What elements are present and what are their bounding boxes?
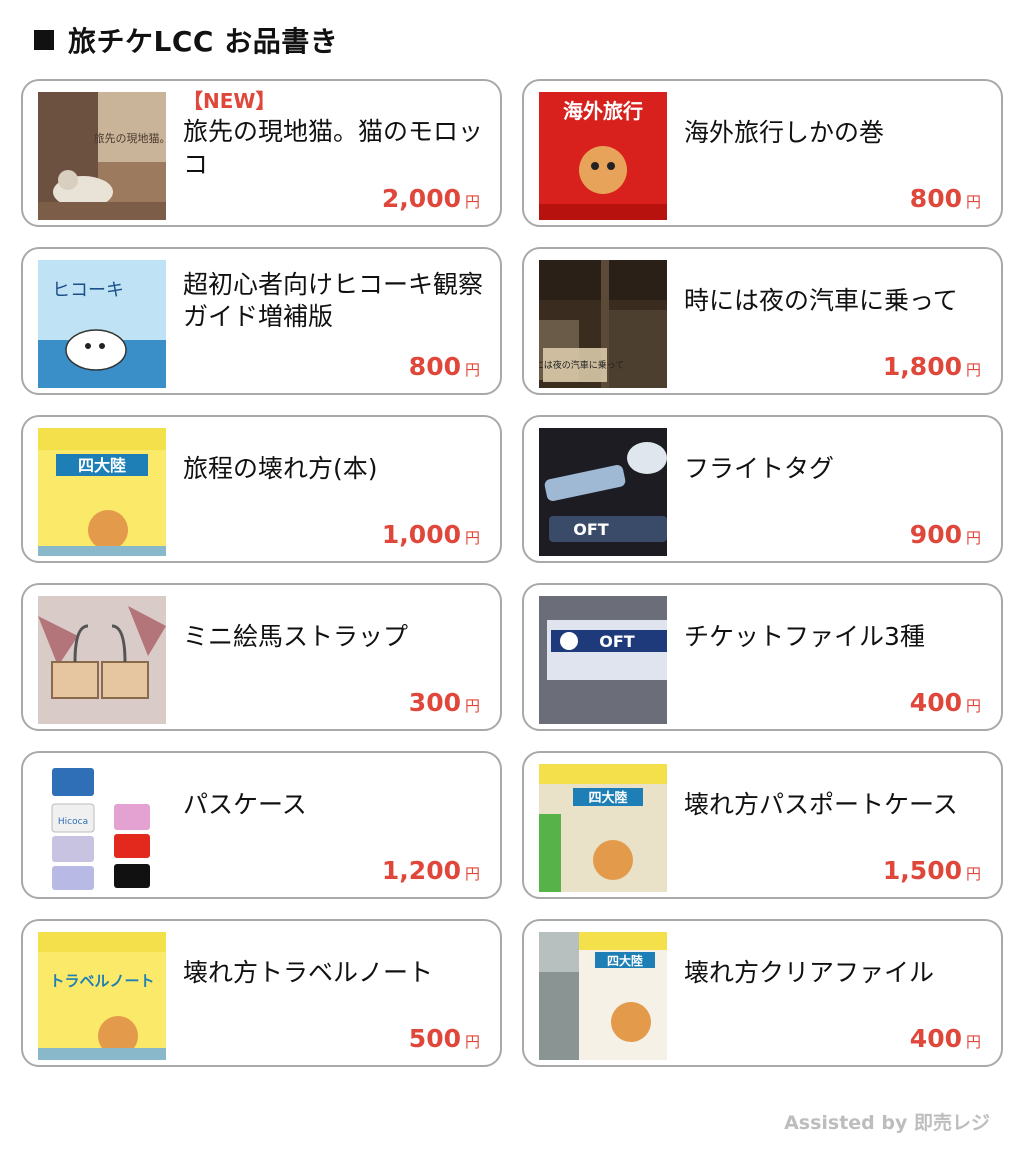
price-value: 1,800 <box>882 352 962 381</box>
yen-label: 円 <box>464 193 480 211</box>
price-value: 800 <box>909 184 962 213</box>
product-price: 400 円 <box>910 688 981 717</box>
thumbnail-caption: 四大陸 <box>588 790 627 806</box>
product-thumbnail: 時には夜の汽車に乗って <box>539 260 667 388</box>
yen-label: 円 <box>965 361 981 379</box>
product-price: 1,800 円 <box>883 352 981 381</box>
product-name: 海外旅行しかの巻 <box>684 117 885 147</box>
thumbnail-caption: ヒコーキ <box>52 280 124 301</box>
product-name: パスケース <box>183 789 307 819</box>
yen-label: 円 <box>464 529 480 547</box>
price-value: 800 <box>408 352 461 381</box>
product-price: 800 円 <box>409 352 480 381</box>
product-price: 800 円 <box>910 184 981 213</box>
thumbnail-caption: 海外旅行 <box>563 99 643 123</box>
product-price: 1,200 円 <box>382 856 480 885</box>
product-card[interactable]: OFT フライトタグ 900 円 <box>522 415 1003 563</box>
yen-label: 円 <box>464 1033 480 1051</box>
product-thumbnail: Hicoca <box>38 764 166 892</box>
product-thumbnail: OFT <box>539 596 667 724</box>
thumbnail-caption: Hicoca <box>58 817 88 827</box>
yen-label: 円 <box>965 1033 981 1051</box>
product-name: 壊れ方クリアファイル <box>684 957 935 987</box>
product-price: 1,000 円 <box>382 520 480 549</box>
product-card[interactable]: 海外旅行 海外旅行しかの巻 800 円 <box>522 79 1003 227</box>
thumbnail-caption: 四大陸 <box>607 953 643 968</box>
price-value: 400 <box>909 1024 962 1053</box>
price-value: 2,000 <box>381 184 461 213</box>
thumbnail-caption: OFT <box>599 632 635 651</box>
thumbnail-caption: 時には夜の汽車に乗って <box>539 359 624 371</box>
product-thumbnail: 四大陸 <box>38 428 166 556</box>
product-name: フライトタグ <box>684 453 835 483</box>
product-thumbnail: 四大陸 <box>539 932 667 1060</box>
yen-label: 円 <box>464 361 480 379</box>
product-name: 超初心者向けヒコーキ観察ガイド増補版 <box>183 269 484 332</box>
product-price: 400 円 <box>910 1024 981 1053</box>
thumbnail-caption: OFT <box>573 520 609 539</box>
product-card[interactable]: ミニ絵馬ストラップ 300 円 <box>21 583 502 731</box>
thumbnail-caption: 旅先の現地猫。 <box>94 131 167 145</box>
product-card[interactable]: トラベルノート 壊れ方トラベルノート 500 円 <box>21 919 502 1067</box>
page-title: 旅チケLCC お品書き <box>68 25 339 58</box>
price-value: 900 <box>909 520 962 549</box>
product-name: チケットファイル3種 <box>684 621 925 651</box>
product-price: 300 円 <box>409 688 480 717</box>
product-grid: 旅先の現地猫。 【NEW】 旅先の現地猫。猫のモロッコ 2,000 円 海外旅行 … <box>21 79 1003 1067</box>
price-value: 1,000 <box>381 520 461 549</box>
yen-label: 円 <box>965 193 981 211</box>
yen-label: 円 <box>464 865 480 883</box>
price-value: 500 <box>408 1024 461 1053</box>
yen-label: 円 <box>965 865 981 883</box>
product-thumbnail: 海外旅行 <box>539 92 667 220</box>
price-value: 1,500 <box>882 856 962 885</box>
product-card[interactable]: 旅先の現地猫。 【NEW】 旅先の現地猫。猫のモロッコ 2,000 円 <box>21 79 502 227</box>
product-price: 500 円 <box>409 1024 480 1053</box>
product-card[interactable]: Hicoca パスケース 1,200 円 <box>21 751 502 899</box>
square-bullet-icon <box>34 30 54 50</box>
product-thumbnail: 旅先の現地猫。 <box>38 92 166 220</box>
product-name: 旅先の現地猫。猫のモロッコ <box>183 117 484 179</box>
product-price: 2,000 円 <box>382 184 480 213</box>
product-thumbnail: OFT <box>539 428 667 556</box>
page-header: 旅チケLCC お品書き <box>34 20 338 60</box>
footer-credit: Assisted by 即売レジ <box>784 1112 990 1134</box>
product-name: 壊れ方パスポートケース <box>684 789 958 819</box>
price-value: 400 <box>909 688 962 717</box>
product-thumbnail: トラベルノート <box>38 932 166 1060</box>
product-thumbnail: ヒコーキ <box>38 260 166 388</box>
product-card[interactable]: 四大陸 旅程の壊れ方(本) 1,000 円 <box>21 415 502 563</box>
product-card[interactable]: 時には夜の汽車に乗って 時には夜の汽車に乗って 1,800円 <box>522 247 1003 395</box>
product-thumbnail: 四大陸 <box>539 764 667 892</box>
product-name: ミニ絵馬ストラップ <box>183 621 409 651</box>
product-card[interactable]: ヒコーキ 超初心者向けヒコーキ観察ガイド増補版 800 円 <box>21 247 502 395</box>
product-name: 時には夜の汽車に乗って <box>684 285 958 315</box>
product-card[interactable]: 四大陸 壊れ方パスポートケース 1,500 円 <box>522 751 1003 899</box>
yen-label: 円 <box>464 697 480 715</box>
new-badge: 【NEW】 <box>183 89 276 113</box>
product-name: 旅程の壊れ方(本) <box>183 453 378 483</box>
product-price: 900 円 <box>910 520 981 549</box>
product-thumbnail <box>38 596 166 724</box>
yen-label: 円 <box>965 697 981 715</box>
product-name: 壊れ方トラベルノート <box>183 957 434 987</box>
price-value: 300 <box>408 688 461 717</box>
thumbnail-caption: 四大陸 <box>78 456 126 475</box>
price-value: 1,200 <box>381 856 461 885</box>
yen-label: 円 <box>965 529 981 547</box>
thumbnail-caption: トラベルノート <box>49 972 154 990</box>
product-card[interactable]: OFT チケットファイル3種 400 円 <box>522 583 1003 731</box>
product-price: 1,500 円 <box>883 856 981 885</box>
product-card[interactable]: 四大陸 壊れ方クリアファイル 400 円 <box>522 919 1003 1067</box>
